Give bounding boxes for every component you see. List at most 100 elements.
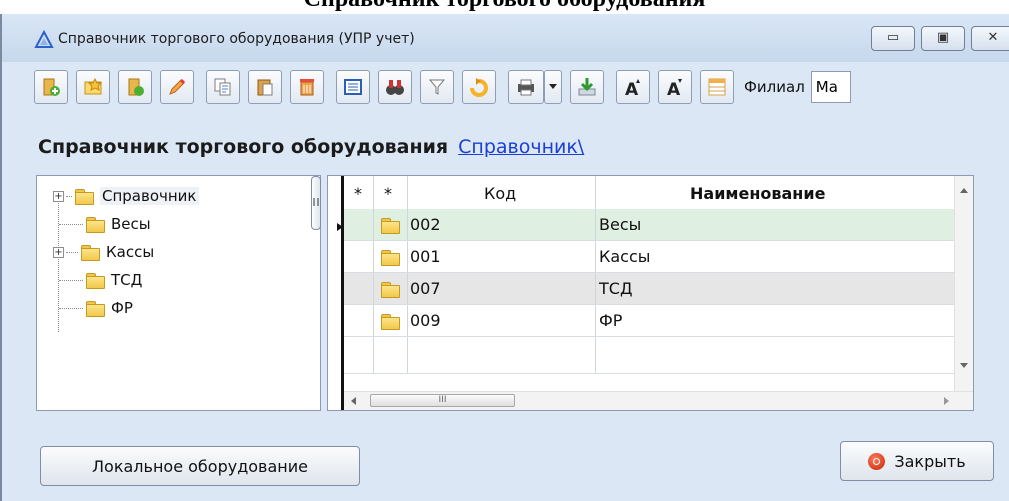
filial-label: Филиал bbox=[744, 78, 805, 96]
trash-icon bbox=[300, 79, 314, 96]
folder-icon bbox=[74, 188, 94, 205]
tree-item-label: Весы bbox=[111, 215, 151, 233]
scroll-left-icon[interactable] bbox=[350, 396, 358, 406]
download-icon bbox=[578, 78, 596, 96]
collapse-icon bbox=[313, 198, 319, 206]
folder-icon bbox=[85, 272, 105, 289]
title-bar: Справочник торгового оборудования (УПР у… bbox=[2, 14, 1009, 62]
tree-item-root[interactable]: + Справочник bbox=[53, 184, 199, 208]
list-view-button[interactable] bbox=[336, 70, 370, 104]
close-label: Закрыть bbox=[894, 451, 966, 471]
tree-item-label: ТСД bbox=[111, 271, 143, 289]
print-button[interactable] bbox=[508, 70, 544, 104]
font-increase-button[interactable]: A bbox=[616, 70, 650, 104]
cell-name: Кассы bbox=[599, 247, 651, 266]
columns-button[interactable] bbox=[700, 70, 734, 104]
page-title: Справочник торгового оборудования Справоч… bbox=[38, 136, 584, 158]
tree-item-label: Справочник bbox=[100, 187, 199, 205]
export-button[interactable] bbox=[570, 70, 604, 104]
folder-icon bbox=[380, 249, 400, 266]
tree-item-fr[interactable]: ФР bbox=[59, 296, 133, 320]
minimize-icon: ▭ bbox=[886, 30, 900, 45]
binoculars-icon bbox=[386, 80, 404, 95]
expand-icon[interactable]: + bbox=[53, 190, 64, 202]
print-dropdown-button[interactable] bbox=[544, 70, 562, 104]
breadcrumb-link[interactable]: Справочник\ bbox=[458, 136, 584, 158]
table-row-empty bbox=[344, 337, 972, 374]
cell-code: 002 bbox=[410, 215, 441, 234]
table-row[interactable]: 001 Кассы bbox=[344, 241, 972, 273]
tree-item-tsd[interactable]: ТСД bbox=[59, 268, 142, 292]
copy-icon bbox=[214, 78, 231, 96]
column-header-name[interactable]: Наименование bbox=[690, 184, 825, 203]
find-button[interactable] bbox=[378, 70, 412, 104]
column-header-mark1[interactable]: * bbox=[354, 184, 362, 203]
printer-icon bbox=[518, 79, 534, 96]
tree-item-kassy[interactable]: + Кассы bbox=[53, 240, 155, 264]
add-document-icon bbox=[43, 78, 60, 96]
refresh-button[interactable] bbox=[462, 70, 496, 104]
local-equipment-button[interactable]: Локальное оборудование bbox=[40, 446, 360, 486]
grid-header: * * Код Наименование bbox=[344, 176, 972, 210]
row-indicator-column bbox=[328, 176, 344, 410]
table-row[interactable]: 009 ФР bbox=[344, 305, 972, 337]
tree-item-label: Кассы bbox=[106, 243, 155, 261]
vertical-scrollbar[interactable] bbox=[954, 176, 973, 394]
close-circle-icon bbox=[868, 452, 886, 470]
folder-icon bbox=[85, 300, 105, 317]
cell-code: 009 bbox=[410, 311, 441, 330]
minimize-button[interactable]: ▭ bbox=[871, 26, 915, 51]
expand-icon[interactable]: + bbox=[53, 246, 64, 258]
close-button[interactable]: Закрыть bbox=[840, 441, 994, 481]
app-icon bbox=[34, 30, 54, 48]
maximize-icon: ▣ bbox=[936, 30, 950, 45]
scroll-up-icon[interactable] bbox=[959, 186, 969, 194]
column-header-code[interactable]: Код bbox=[484, 184, 516, 203]
font-decrease-icon: A bbox=[667, 79, 682, 98]
horizontal-scrollbar[interactable]: III bbox=[344, 391, 973, 410]
edit-button[interactable] bbox=[160, 70, 194, 104]
page-title-text: Справочник торгового оборудования bbox=[38, 136, 449, 158]
scroll-down-icon[interactable] bbox=[959, 362, 969, 370]
local-equipment-label: Локальное оборудование bbox=[92, 456, 308, 476]
cell-code: 001 bbox=[410, 247, 441, 266]
filial-input[interactable]: Ма bbox=[810, 71, 851, 103]
clipped-heading: Справочник торгового оборудования bbox=[0, 0, 1009, 11]
scroll-thumb[interactable]: III bbox=[370, 394, 515, 407]
pencil-icon bbox=[169, 78, 186, 95]
column-header-mark2[interactable]: * bbox=[384, 184, 392, 203]
font-decrease-button[interactable]: A bbox=[658, 70, 692, 104]
add-copy-icon bbox=[128, 78, 144, 96]
chevron-down-icon bbox=[549, 84, 557, 89]
paste-button[interactable] bbox=[248, 70, 282, 104]
cell-name: ТСД bbox=[599, 279, 633, 298]
filter-button[interactable] bbox=[420, 70, 454, 104]
table-row[interactable]: 002 Весы bbox=[344, 209, 972, 241]
copy-add-button[interactable] bbox=[118, 70, 152, 104]
window-title: Справочник торгового оборудования (УПР у… bbox=[58, 31, 415, 47]
delete-button[interactable] bbox=[290, 70, 324, 104]
main-window: Справочник торгового оборудования (УПР у… bbox=[0, 14, 1009, 501]
add-button[interactable] bbox=[34, 70, 68, 104]
folder-icon bbox=[380, 217, 400, 234]
close-window-button[interactable]: ✕ bbox=[971, 26, 1009, 51]
cell-name: ФР bbox=[599, 311, 623, 330]
svg-text:A: A bbox=[667, 80, 681, 98]
folder-icon bbox=[380, 281, 400, 298]
copy-button[interactable] bbox=[206, 70, 240, 104]
new-folder-icon bbox=[84, 77, 103, 95]
panel-splitter[interactable] bbox=[311, 176, 321, 230]
table-icon bbox=[708, 78, 726, 96]
data-grid: * * Код Наименование 002 Весы 001 Кассы … bbox=[327, 175, 974, 411]
tree-item-label: ФР bbox=[111, 299, 133, 317]
table-row[interactable]: 007 ТСД bbox=[344, 273, 972, 305]
scroll-right-icon[interactable] bbox=[942, 396, 950, 406]
paste-icon bbox=[257, 79, 273, 96]
maximize-button[interactable]: ▣ bbox=[921, 26, 965, 51]
tree-item-vesy[interactable]: Весы bbox=[59, 212, 151, 236]
toolbar: A A Филиал Ма bbox=[34, 64, 1009, 110]
close-icon: ✕ bbox=[987, 30, 999, 45]
filter-icon bbox=[428, 79, 446, 95]
add-folder-button[interactable] bbox=[76, 70, 110, 104]
list-icon bbox=[344, 79, 362, 95]
